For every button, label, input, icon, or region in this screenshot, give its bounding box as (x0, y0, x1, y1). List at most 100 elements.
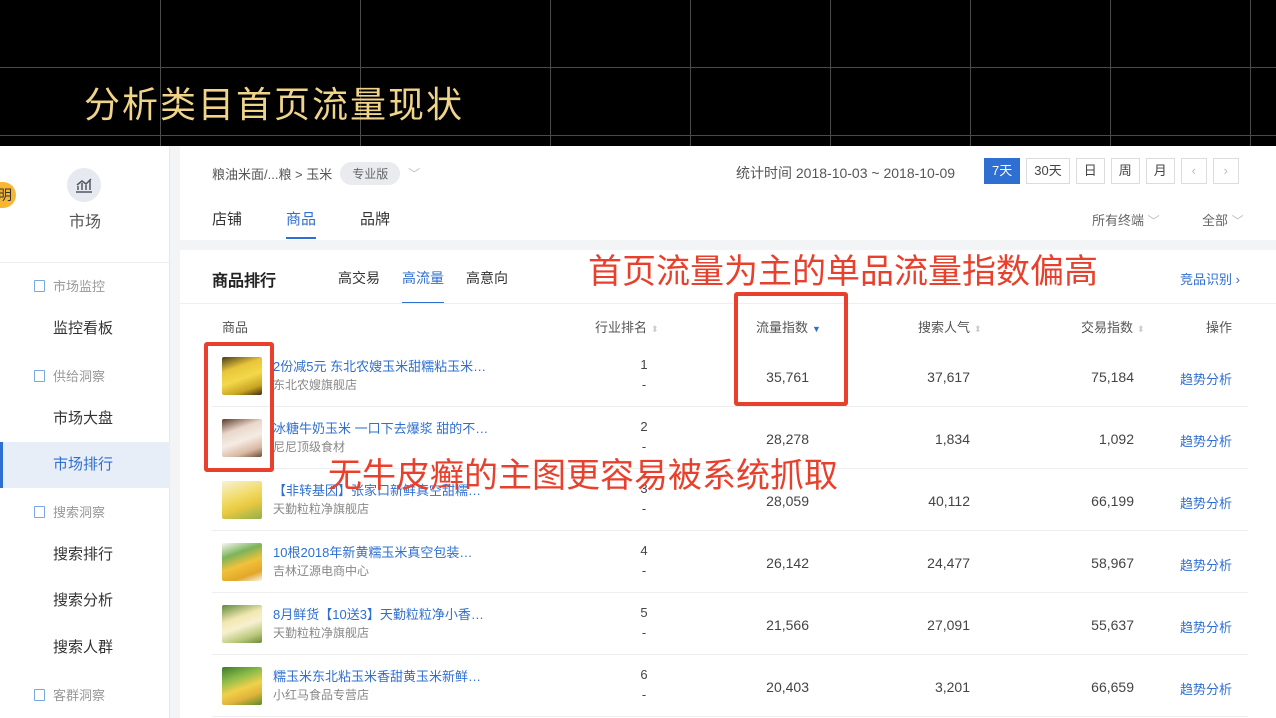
col-industry-rank[interactable]: 行业排名 ⬍ (595, 317, 659, 336)
tab-high-intent[interactable]: 高意向 (466, 268, 508, 288)
grid-line (1250, 0, 1251, 146)
annotation-traffic: 首页流量为主的单品流量指数偏高 (588, 252, 1098, 292)
traffic-index: 20,403 (766, 679, 809, 695)
traffic-index: 21,566 (766, 617, 809, 633)
grid-line (550, 0, 551, 146)
table-row: 糯玉米东北粘玉米香甜黄玉米新鲜… 小红马食品专营店 6 - 20,403 3,2… (212, 655, 1248, 717)
shop-name: 天勤粒粒净旗舰店 (273, 502, 370, 516)
range-week-button[interactable]: 周 (1110, 158, 1140, 184)
sidebar-item-search-ranking[interactable]: 搜索排行 (0, 532, 170, 578)
grid-line (0, 67, 1276, 68)
shop-name: 小红马食品专营店 (273, 688, 370, 702)
industry-rank: 4 (640, 543, 648, 558)
grid-line (970, 0, 971, 146)
document-icon (34, 279, 45, 292)
trend-analysis-link[interactable]: 趋势分析 (1180, 617, 1232, 636)
range-30d-button[interactable]: 30天 (1026, 158, 1070, 184)
industry-rank: 5 (640, 605, 648, 620)
slide-banner: 分析类目首页流量现状 (0, 0, 1276, 146)
trade-index: 55,637 (1091, 617, 1134, 633)
document-icon (34, 688, 45, 701)
search-popularity: 27,091 (927, 617, 970, 633)
grid-line (0, 135, 1276, 136)
main-tabs: 店铺 商品 品牌 (212, 208, 390, 239)
competitor-identify-link[interactable]: 竞品识别 › (1180, 269, 1240, 288)
section-market-monitor: 市场监控 (34, 276, 105, 295)
trend-analysis-link[interactable]: 趋势分析 (1180, 493, 1232, 512)
trade-index: 58,967 (1091, 555, 1134, 571)
rank-change: - (641, 563, 647, 578)
trend-analysis-link[interactable]: 趋势分析 (1180, 555, 1232, 574)
tab-brand[interactable]: 品牌 (360, 208, 390, 229)
tab-shop[interactable]: 店铺 (212, 208, 242, 229)
product-name-link[interactable]: 糯玉米东北粘玉米香甜黄玉米新鲜… (273, 666, 493, 685)
sidebar: 明 市场 市场监控 监控看板 供给洞察 市场大盘 市场排行 搜索洞察 搜索排行 … (0, 146, 170, 718)
industry-rank: 1 (640, 357, 648, 372)
section-supply-insight: 供给洞察 (34, 366, 105, 385)
shop-name: 吉林辽源电商中心 (273, 564, 370, 578)
sort-icon: ⬍ (974, 324, 982, 334)
col-search-popularity[interactable]: 搜索人气 ⬍ (918, 317, 982, 336)
ranking-title: 商品排行 (212, 273, 277, 290)
product-thumbnail[interactable] (222, 481, 262, 519)
range-day-button[interactable]: 日 (1075, 158, 1105, 184)
trend-analysis-link[interactable]: 趋势分析 (1180, 369, 1232, 388)
header-card: 粮油米面/...粮 > 玉米 专业版 ﹀ 统计时间 2018-10-03 ~ 2… (180, 146, 1276, 240)
stat-time: 统计时间 2018-10-03 ~ 2018-10-09 (736, 165, 956, 181)
chevron-down-icon[interactable]: ﹀ (408, 165, 420, 182)
sidebar-item-market-ranking[interactable]: 市场排行 (0, 442, 170, 488)
rank-change: - (641, 687, 647, 702)
grid-line (1110, 0, 1111, 146)
product-name-link[interactable]: 8月鲜货【10送3】天勤粒粒净小香… (273, 604, 493, 623)
table-row: 8月鲜货【10送3】天勤粒粒净小香… 天勤粒粒净旗舰店 5 - 21,566 2… (212, 593, 1248, 655)
product-name-link[interactable]: 冰糖牛奶玉米 一口下去爆浆 甜的不… (273, 418, 493, 437)
search-popularity: 37,617 (927, 369, 970, 385)
tab-product[interactable]: 商品 (286, 208, 317, 239)
col-product: 商品 (222, 320, 249, 335)
rank-change: - (641, 377, 647, 392)
market-chart-icon[interactable] (67, 168, 101, 202)
sidebar-item-search-audience[interactable]: 搜索人群 (0, 625, 170, 671)
document-icon (34, 505, 45, 518)
product-thumbnail[interactable] (222, 605, 262, 643)
product-name-link[interactable]: 10根2018年新黄糯玉米真空包装… (273, 542, 493, 561)
trend-analysis-link[interactable]: 趋势分析 (1180, 679, 1232, 698)
prev-period-icon[interactable]: ‹ (1180, 158, 1207, 184)
traffic-highlight-box (734, 292, 848, 406)
chevron-down-icon: ﹀ (1147, 214, 1160, 228)
ranking-subtabs: 高交易 高流量 高意向 (338, 268, 508, 304)
chevron-right-icon: › (1235, 272, 1240, 287)
trade-index: 66,659 (1091, 679, 1134, 695)
sidebar-item-market-overview[interactable]: 市场大盘 (0, 396, 170, 442)
terminal-filter[interactable]: 所有终端 ﹀ (1092, 210, 1160, 229)
product-thumbnail[interactable] (222, 667, 262, 705)
trend-analysis-link[interactable]: 趋势分析 (1180, 431, 1232, 450)
sidebar-item-search-analysis[interactable]: 搜索分析 (0, 578, 170, 624)
market-label: 市场 (68, 214, 101, 231)
range-7d-button[interactable]: 7天 (984, 158, 1021, 184)
sidebar-item-monitor-board[interactable]: 监控看板 (0, 306, 170, 352)
table-row: 10根2018年新黄糯玉米真空包装… 吉林辽源电商中心 4 - 26,142 2… (212, 531, 1248, 593)
sort-icon: ⬍ (1137, 324, 1145, 334)
range-month-button[interactable]: 月 (1145, 158, 1175, 184)
section-search-insight: 搜索洞察 (34, 502, 105, 521)
grid-line (830, 0, 831, 146)
tab-high-traffic[interactable]: 高流量 (402, 268, 444, 304)
chevron-down-icon: ﹀ (1231, 214, 1244, 228)
breadcrumb-path[interactable]: 粮油米面/...粮 > 玉米 (212, 164, 332, 183)
product-name-link[interactable]: 2份减5元 东北农嫂玉米甜糯粘玉米… (273, 356, 493, 375)
all-filter[interactable]: 全部 ﹀ (1202, 210, 1244, 229)
traffic-index: 28,278 (766, 431, 809, 447)
search-popularity: 24,477 (927, 555, 970, 571)
sort-icon: ⬍ (651, 324, 659, 334)
next-period-icon[interactable]: › (1212, 158, 1239, 184)
trade-index: 75,184 (1091, 369, 1134, 385)
product-thumbnail[interactable] (222, 543, 262, 581)
col-trade-index[interactable]: 交易指数 ⬍ (1081, 317, 1145, 336)
tab-high-trade[interactable]: 高交易 (338, 268, 380, 288)
divider (0, 262, 170, 263)
annotation-main-image: 无牛皮癣的主图更容易被系统抓取 (328, 456, 838, 496)
document-icon (34, 369, 45, 382)
search-popularity: 3,201 (934, 679, 970, 695)
thumbnail-highlight-box (204, 342, 274, 472)
